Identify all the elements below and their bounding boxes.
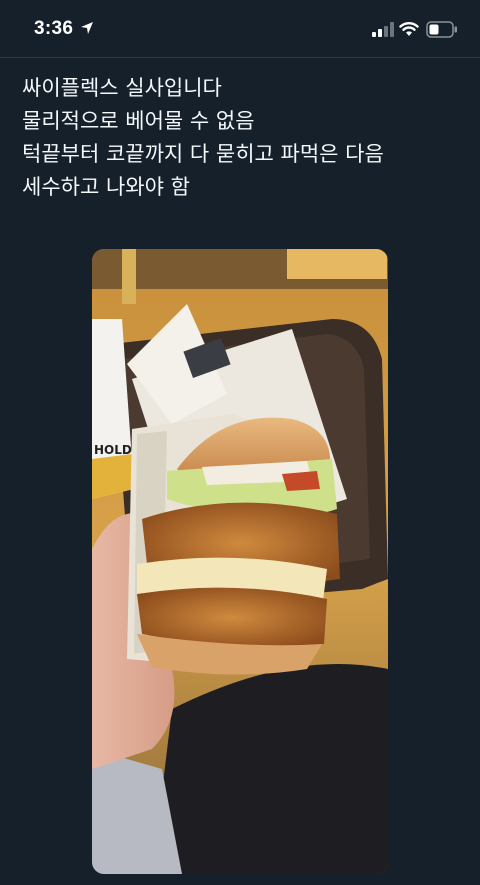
tweet-line: 싸이플렉스 실사입니다 [22,76,222,100]
tweet-text: 싸이플렉스 실사입니다 물리적으로 베어물 수 없음 턱끝부터 코끝까지 다 묻… [22,72,462,204]
cup-text: HOLD! [94,443,137,457]
status-bar: 3:36 [0,0,480,56]
burger-photo-illustration: HOLD! [92,249,388,874]
tweet-photo[interactable]: HOLD! [92,249,388,874]
tweet-line: 세수하고 나와야 함 [22,175,190,199]
status-time: 3:36 [34,18,74,39]
tweet-line: 물리적으로 베어물 수 없음 [22,109,255,133]
cellular-signal-icon [372,22,394,37]
tweet-line: 턱끝부터 코끝까지 다 묻히고 파먹은 다음 [22,142,384,166]
status-divider [0,57,480,58]
location-arrow-icon [81,22,93,34]
battery-icon [426,21,457,38]
bottom-edge [0,878,480,885]
wifi-icon [399,22,419,36]
